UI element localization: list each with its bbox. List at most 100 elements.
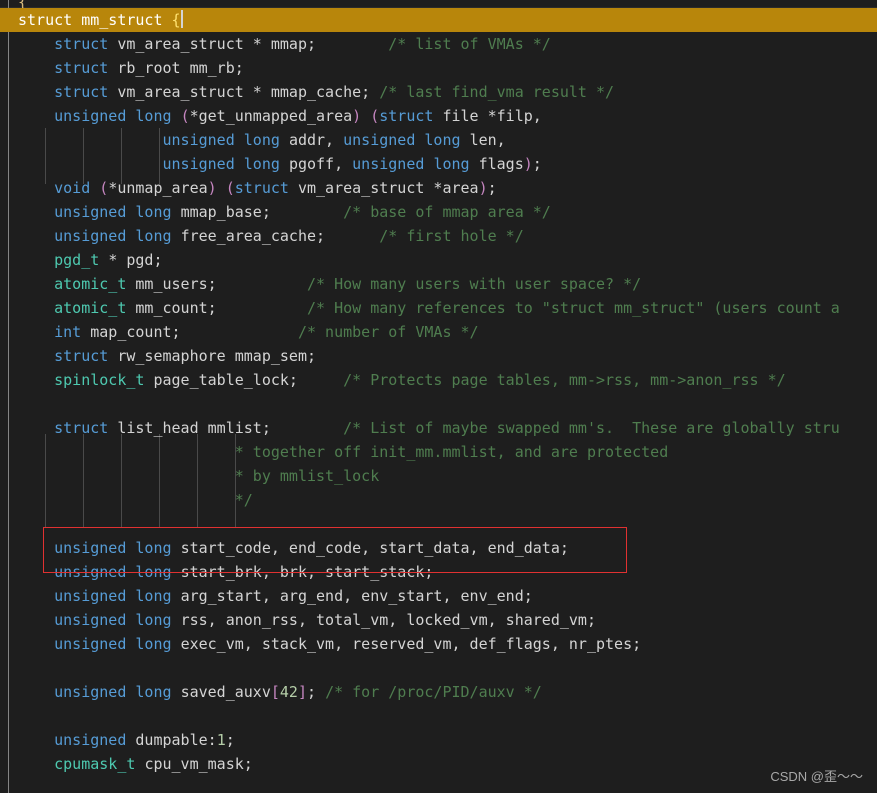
code-line[interactable]: unsigned long start_brk, brk, start_stac… [0, 560, 877, 584]
code-token-id: rw_semaphore mmap_sem; [117, 347, 317, 365]
code-token-punct [90, 179, 99, 197]
code-token-punct [108, 347, 117, 365]
code-line[interactable]: pgd_t * pgd; [0, 248, 877, 272]
code-token-kw: unsigned [162, 131, 235, 149]
code-token-punct [235, 155, 244, 173]
code-token-id: vm_area_struct * mmap_cache; [117, 83, 371, 101]
code-token-punct [316, 35, 388, 53]
code-line[interactable]: struct mm_struct { [0, 8, 877, 32]
code-line[interactable]: atomic_t mm_users; /* How many users wit… [0, 272, 877, 296]
code-token-paren: ) [352, 107, 362, 125]
code-token-punct [18, 35, 54, 53]
code-token-punct [18, 107, 54, 125]
code-token-punct [18, 635, 54, 653]
code-token-id: list_head mmlist; [117, 419, 271, 437]
code-token-punct [181, 323, 298, 341]
code-token-id: start_code, end_code, start_data, end_da… [180, 539, 569, 557]
code-token-comment: /* base of mmap area */ [343, 203, 551, 221]
csdn-watermark: CSDN @歪～～ [770, 769, 863, 784]
code-line[interactable]: unsigned long addr, unsigned long len, [0, 128, 877, 152]
code-line[interactable] [0, 704, 877, 728]
code-token-id: *get_unmapped_area [189, 107, 353, 125]
code-token-kw: struct [54, 347, 109, 365]
code-token-type: cpumask_t [54, 755, 136, 773]
code-line[interactable]: unsigned long free_area_cache; /* first … [0, 224, 877, 248]
code-line[interactable]: unsigned long saved_auxv[42]; /* for /pr… [0, 680, 877, 704]
code-token-kw: struct [54, 59, 109, 77]
code-line[interactable]: * by mmlist_lock [0, 464, 877, 488]
code-content[interactable]: struct mm_struct { struct vm_area_struct… [0, 8, 877, 776]
code-token-kw: struct [379, 107, 434, 125]
code-token-punct [361, 107, 370, 125]
code-line[interactable]: * together off init_mm.mmlist, and are p… [0, 440, 877, 464]
code-line[interactable]: unsigned long pgoff, unsigned long flags… [0, 152, 877, 176]
code-token-kw: unsigned [54, 539, 127, 557]
code-token-type: spinlock_t [54, 371, 145, 389]
code-token-paren: ) [478, 179, 488, 197]
code-token-id: rb_root mm_rb; [117, 59, 244, 77]
code-token-punct [18, 683, 54, 701]
code-line[interactable]: unsigned long arg_start, arg_end, env_st… [0, 584, 877, 608]
code-token-kw: long [135, 611, 172, 629]
code-editor-viewport: { struct mm_struct { struct vm_area_stru… [0, 0, 877, 793]
code-token-id: *unmap_area [108, 179, 208, 197]
code-token-kw: long [135, 563, 172, 581]
code-line[interactable]: unsigned long start_code, end_code, star… [0, 536, 877, 560]
code-line[interactable] [0, 656, 877, 680]
code-line[interactable]: int map_count; /* number of VMAs */ [0, 320, 877, 344]
code-line[interactable]: spinlock_t page_table_lock; /* Protects … [0, 368, 877, 392]
code-line[interactable]: struct vm_area_struct * mmap_cache; /* l… [0, 80, 877, 104]
code-token-comment: /* How many users with user space? */ [307, 275, 642, 293]
code-token-comment: /* How many references to "struct mm_str… [307, 299, 840, 317]
code-token-kw: unsigned [54, 635, 127, 653]
code-token-punct: ; [225, 731, 235, 749]
code-token-id: cpu_vm_mask; [144, 755, 253, 773]
code-token-id: mmap_base; [180, 203, 271, 221]
code-line[interactable]: */ [0, 488, 877, 512]
code-token-kw: long [135, 227, 172, 245]
code-line[interactable]: unsigned long (*get_unmapped_area) (stru… [0, 104, 877, 128]
code-line[interactable]: unsigned long rss, anon_rss, total_vm, l… [0, 608, 877, 632]
code-token-punct [172, 539, 181, 557]
code-token-paren: ) [207, 179, 217, 197]
code-token-id: saved_auxv [180, 683, 271, 701]
code-token-punct [18, 347, 54, 365]
code-token-id: mm_users; [135, 275, 217, 293]
code-line[interactable]: struct rb_root mm_rb; [0, 56, 877, 80]
code-token-punct [217, 179, 226, 197]
code-token-kw: long [135, 203, 172, 221]
code-token-kw: unsigned [54, 731, 127, 749]
code-token-paren: ] [297, 683, 307, 701]
code-token-punct [18, 155, 163, 173]
code-line[interactable]: unsigned long exec_vm, stack_vm, reserve… [0, 632, 877, 656]
code-line[interactable]: struct list_head mmlist; /* List of mayb… [0, 416, 877, 440]
code-token-comment: /* list of VMAs */ [388, 35, 551, 53]
code-token-id: vm_area_struct *area [297, 179, 479, 197]
code-token-punct [289, 179, 298, 197]
code-token-id: page_table_lock; [153, 371, 298, 389]
code-token-comment: */ [234, 491, 253, 509]
code-token-id: map_count; [90, 323, 181, 341]
code-line[interactable]: unsigned long mmap_base; /* base of mmap… [0, 200, 877, 224]
code-token-kw: struct [54, 419, 109, 437]
code-token-kw: unsigned [54, 683, 127, 701]
code-token-punct [298, 371, 343, 389]
code-token-punct [235, 131, 244, 149]
code-token-punct [18, 299, 54, 317]
code-line[interactable] [0, 512, 877, 536]
code-line[interactable]: cpumask_t cpu_vm_mask; [0, 752, 877, 776]
code-token-kw: long [135, 107, 172, 125]
code-line[interactable] [0, 392, 877, 416]
code-line[interactable]: struct rw_semaphore mmap_sem; [0, 344, 877, 368]
code-line[interactable]: unsigned dumpable:1; [0, 728, 877, 752]
code-token-punct [334, 131, 343, 149]
code-line[interactable]: void (*unmap_area) (struct vm_area_struc… [0, 176, 877, 200]
code-token-punct [18, 59, 54, 77]
code-line[interactable]: struct vm_area_struct * mmap; /* list of… [0, 32, 877, 56]
code-token-id: flags [478, 155, 524, 173]
code-token-id: exec_vm, stack_vm, reserved_vm, def_flag… [180, 635, 642, 653]
code-token-kw: int [54, 323, 82, 341]
code-token-punct [18, 251, 54, 269]
code-line[interactable]: atomic_t mm_count; /* How many reference… [0, 296, 877, 320]
code-token-num: 42 [279, 683, 298, 701]
